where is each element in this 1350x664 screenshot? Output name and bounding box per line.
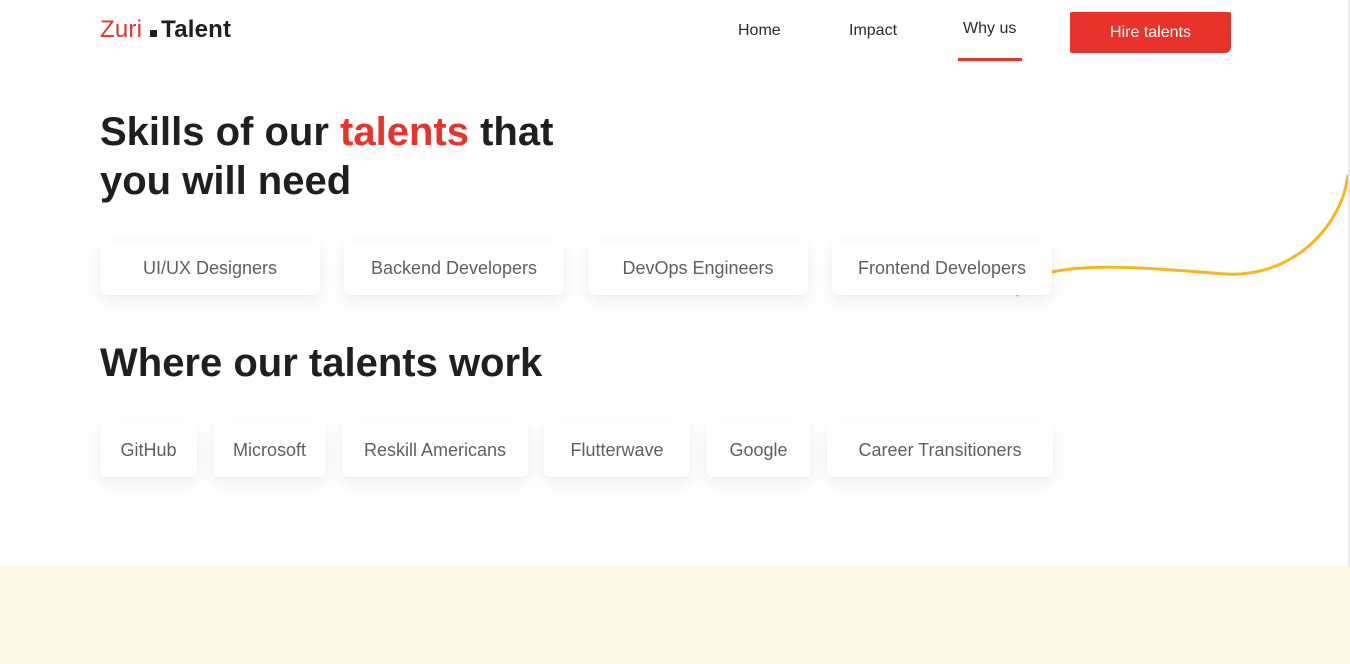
skill-chip-backend: Backend Developers (344, 241, 564, 295)
page: Zuri Talent Home Impact Why us Hire tale… (0, 0, 1350, 664)
nav-link-home[interactable]: Home (738, 22, 781, 40)
skills-heading-accent: talents (340, 110, 469, 154)
company-chip-microsoft: Microsoft (213, 423, 326, 477)
nav-link-why-us[interactable]: Why us (963, 20, 1016, 38)
skill-chip-uiux: UI/UX Designers (100, 241, 320, 295)
work-heading: Where our talents work (100, 341, 543, 385)
active-nav-indicator (958, 58, 1022, 61)
skills-heading-before: Skills of our (100, 110, 341, 154)
hire-talents-button[interactable]: Hire talents (1070, 12, 1231, 53)
company-chip-flutterwave: Flutterwave (544, 423, 690, 477)
next-section-band (0, 566, 1350, 664)
logo[interactable]: Zuri Talent (100, 16, 231, 44)
company-chip-career-transitioners: Career Transitioners (827, 423, 1053, 477)
company-chip-github: GitHub (100, 423, 197, 477)
skill-chip-devops: DevOps Engineers (588, 241, 808, 295)
skill-chip-frontend: Frontend Developers (832, 241, 1052, 295)
skills-heading: Skills of our talents that you will need (100, 108, 600, 206)
company-chip-google: Google (706, 423, 811, 477)
decorative-squiggle (1012, 174, 1350, 297)
company-chip-reskill-americans: Reskill Americans (342, 423, 528, 477)
logo-part-zuri: Zuri (100, 16, 143, 43)
nav-link-impact[interactable]: Impact (849, 22, 897, 40)
logo-dot (150, 30, 158, 37)
logo-part-talent: Talent (161, 16, 232, 43)
